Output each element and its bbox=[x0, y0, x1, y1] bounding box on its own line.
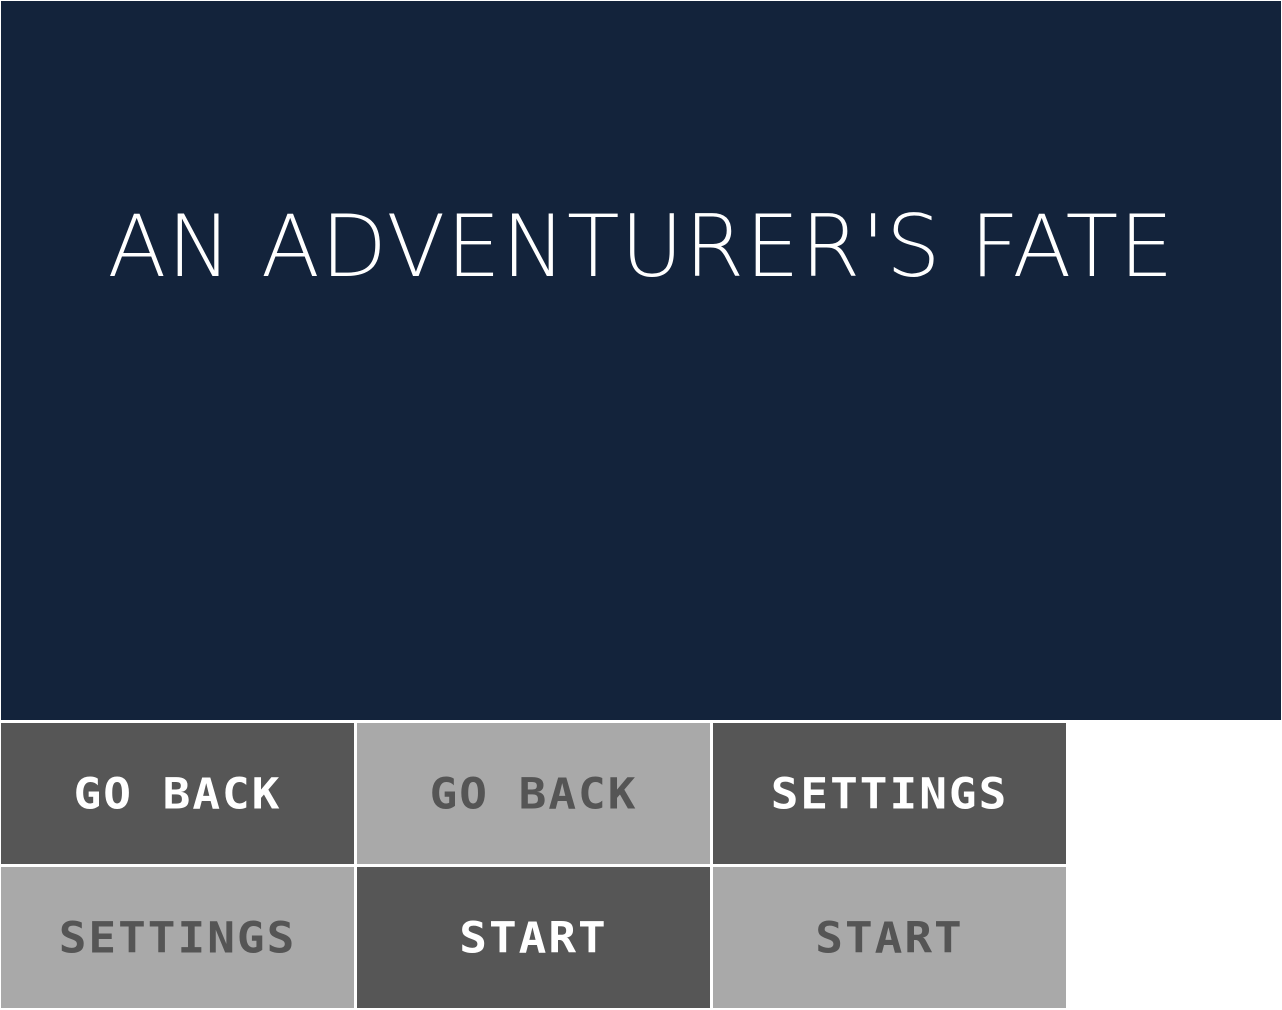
go-back-button-label: GO BACK bbox=[73, 768, 282, 819]
settings-button-hover[interactable]: SETTINGS bbox=[1, 867, 354, 1008]
go-back-button-hover[interactable]: GO BACK bbox=[357, 723, 710, 864]
go-back-button[interactable]: GO BACK bbox=[1, 723, 354, 864]
game-screen: AN ADVENTURER'S FATE GO BACK GO BACK SET… bbox=[0, 0, 1282, 1010]
start-button-hover[interactable]: START bbox=[713, 867, 1066, 1008]
game-title: AN ADVENTURER'S FATE bbox=[107, 197, 1175, 297]
settings-button[interactable]: SETTINGS bbox=[713, 723, 1066, 864]
go-back-button-hover-label: GO BACK bbox=[429, 768, 638, 819]
start-button-label: START bbox=[459, 912, 608, 963]
settings-button-label: SETTINGS bbox=[770, 768, 1009, 819]
title-panel: AN ADVENTURER'S FATE bbox=[1, 1, 1281, 720]
start-button[interactable]: START bbox=[357, 867, 710, 1008]
settings-button-hover-label: SETTINGS bbox=[58, 912, 297, 963]
start-button-hover-label: START bbox=[815, 912, 964, 963]
